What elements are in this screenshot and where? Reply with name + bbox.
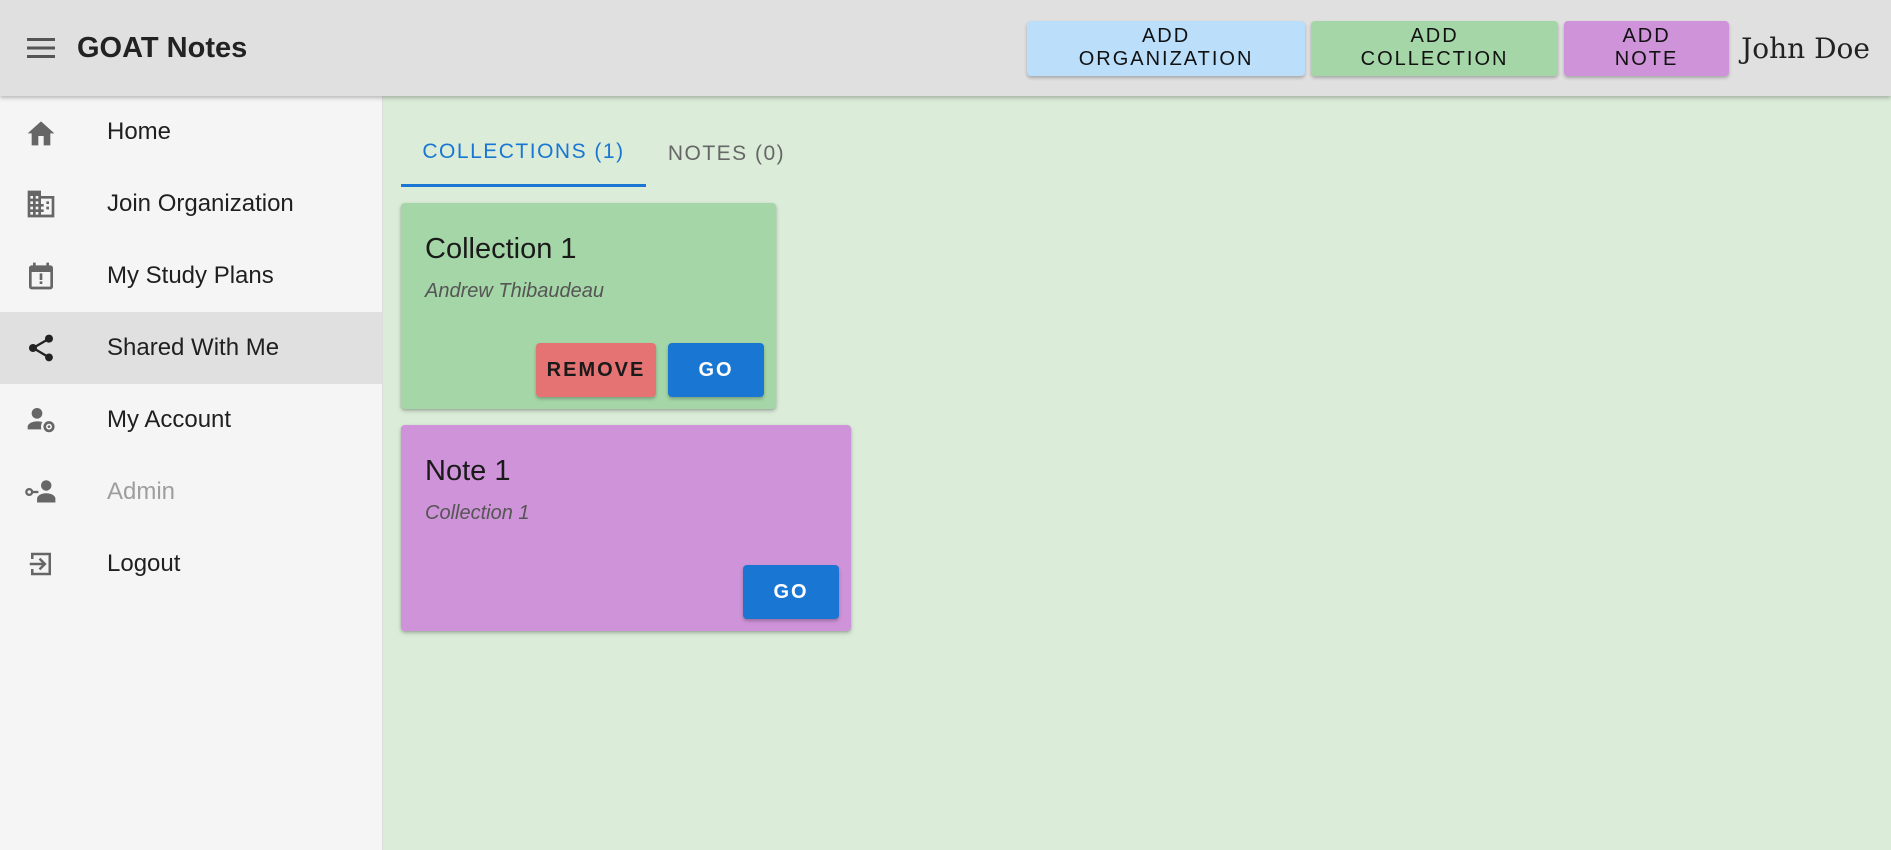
add-note-button[interactable]: ADD NOTE: [1564, 20, 1730, 76]
sidebar-item-shared-with-me[interactable]: Shared With Me: [0, 312, 382, 384]
admin-key-icon: [24, 475, 58, 509]
app-bar: GOAT Notes ADD ORGANIZATION ADD COLLECTI…: [0, 0, 1891, 96]
sidebar-item-home[interactable]: Home: [0, 96, 382, 168]
sidebar-item-label: Shared With Me: [107, 334, 280, 361]
tab-notes[interactable]: NOTES (0): [646, 120, 807, 187]
add-organization-button[interactable]: ADD ORGANIZATION: [1027, 20, 1306, 76]
user-name[interactable]: John Doe: [1741, 32, 1870, 65]
collection-card: Collection 1 Andrew Thibaudeau REMOVE GO: [401, 203, 776, 409]
remove-button[interactable]: REMOVE: [536, 343, 656, 397]
sidebar-item-my-account[interactable]: My Account: [0, 384, 382, 456]
share-icon: [24, 331, 58, 365]
sidebar-item-admin[interactable]: Admin: [0, 456, 382, 528]
app-title: GOAT Notes: [77, 31, 248, 64]
sidebar-item-label: Home: [107, 118, 172, 145]
sidebar-item-label: My Account: [107, 406, 232, 433]
tab-collections[interactable]: COLLECTIONS (1): [401, 120, 646, 187]
account-settings-icon: [24, 403, 58, 437]
sidebar-item-label: Join Organization: [107, 190, 294, 217]
go-button[interactable]: GO: [743, 565, 839, 619]
add-collection-button[interactable]: ADD COLLECTION: [1311, 20, 1559, 76]
home-icon: [24, 115, 58, 149]
card-subtitle: Collection 1: [425, 502, 530, 524]
calendar-alert-icon: [24, 259, 58, 293]
sidebar-item-join-organization[interactable]: Join Organization: [0, 168, 382, 240]
card-title: Collection 1: [425, 233, 577, 265]
note-card: Note 1 Collection 1 GO: [401, 425, 851, 631]
sidebar: Home Join Organization My Study Plans Sh…: [0, 96, 383, 850]
menu-icon[interactable]: [21, 28, 61, 68]
sidebar-item-label: Logout: [107, 550, 181, 577]
card-subtitle: Andrew Thibaudeau: [425, 280, 605, 302]
go-button[interactable]: GO: [668, 343, 764, 397]
sidebar-item-my-study-plans[interactable]: My Study Plans: [0, 240, 382, 312]
logout-icon: [24, 547, 58, 581]
sidebar-item-label: My Study Plans: [107, 262, 274, 289]
sidebar-item-logout[interactable]: Logout: [0, 528, 382, 600]
building-icon: [24, 187, 58, 221]
content-tabs: COLLECTIONS (1) NOTES (0): [401, 120, 807, 187]
card-title: Note 1: [425, 455, 511, 487]
sidebar-item-label: Admin: [107, 478, 176, 505]
